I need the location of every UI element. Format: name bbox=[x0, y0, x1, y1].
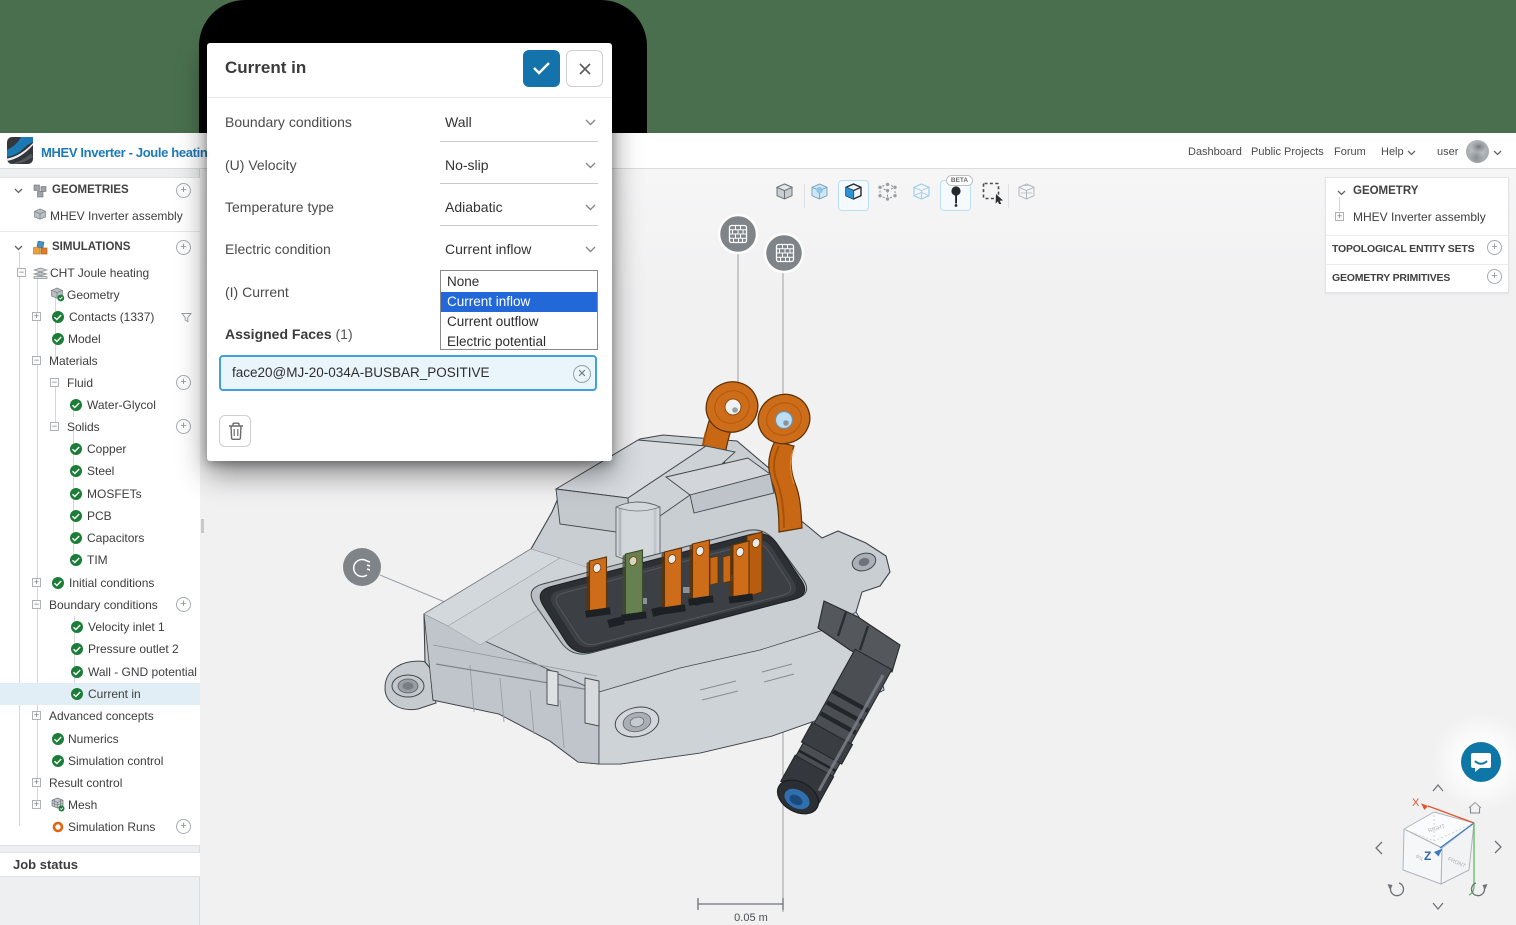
svg-text:X: X bbox=[1412, 797, 1420, 809]
svg-text:0.05 m: 0.05 m bbox=[734, 912, 768, 924]
svg-text:Z: Z bbox=[1424, 849, 1431, 863]
